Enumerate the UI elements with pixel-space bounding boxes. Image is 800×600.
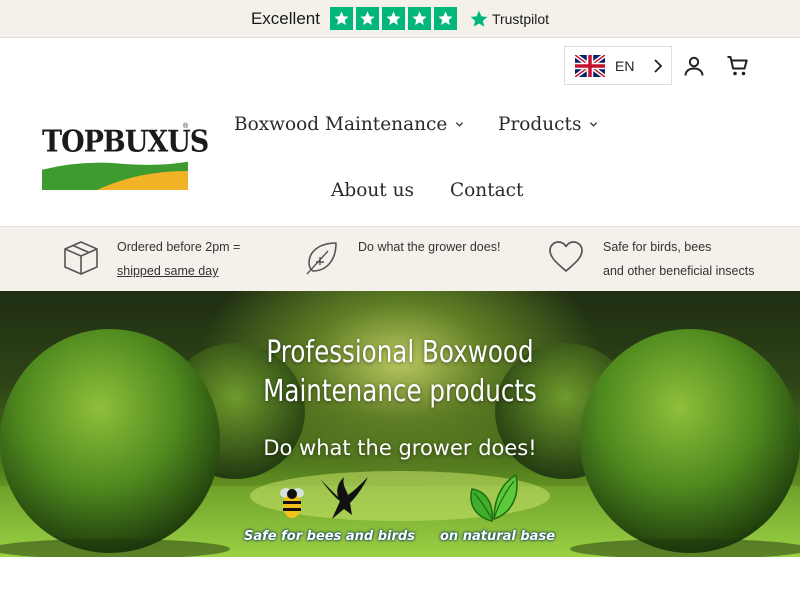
hero-banner[interactable]: Professional Boxwood Maintenance product… xyxy=(0,291,800,557)
cart-icon[interactable] xyxy=(726,54,750,78)
topbuxus-logo[interactable]: TOPBUXUS ® xyxy=(42,123,209,191)
hero-title: Professional Boxwood Maintenance product… xyxy=(72,333,728,411)
nav-about-us[interactable]: About us xyxy=(331,180,414,201)
trustpilot-bar[interactable]: Excellent Trustpilot xyxy=(0,0,800,38)
chevron-down-icon xyxy=(590,122,598,127)
star-icon xyxy=(329,7,353,30)
trustpilot-rating-word: Excellent xyxy=(250,8,320,28)
account-icon[interactable] xyxy=(682,54,706,78)
hero-subtitle: Do what the grower does! xyxy=(263,436,537,460)
nav-contact[interactable]: Contact xyxy=(450,180,523,201)
usp-grower: Do what the grower does! xyxy=(304,227,500,292)
natural-leaf-icon xyxy=(470,473,518,522)
chevron-right-icon xyxy=(654,58,663,73)
nav-products-label: Products xyxy=(498,114,582,135)
leaf-icon xyxy=(306,242,337,275)
logo-registered-mark: ® xyxy=(183,123,189,130)
star-icon xyxy=(355,7,379,30)
usp-shipping-line1: Ordered before 2pm = xyxy=(117,240,241,254)
uk-flag-icon xyxy=(575,54,605,77)
hero-title-line2: Maintenance products xyxy=(263,374,537,409)
nav-contact-label: Contact xyxy=(450,180,524,201)
logo-field-graphic xyxy=(42,160,188,190)
language-selector[interactable]: EN xyxy=(564,46,672,85)
usp-safe-line1: Safe for birds, bees xyxy=(603,240,712,254)
badge-safe-bees-birds: Safe for bees and birds xyxy=(244,529,415,544)
trustpilot-brand: Trustpilot xyxy=(469,9,549,29)
nav-products[interactable]: Products xyxy=(498,114,598,135)
usp-shipping: Ordered before 2pm = shipped same day xyxy=(62,227,240,292)
bee-icon xyxy=(280,488,304,518)
hero-garden-image xyxy=(0,329,800,557)
star-icon xyxy=(407,7,431,30)
usp-shipping-link[interactable]: shipped same day xyxy=(117,259,240,283)
logo-text: TOPBUXUS xyxy=(42,125,209,160)
trustpilot-stars xyxy=(329,7,457,30)
chevron-down-icon xyxy=(456,122,464,127)
badge-natural-base: on natural base xyxy=(440,529,556,544)
bird-icon xyxy=(320,477,368,519)
heart-icon xyxy=(549,241,583,272)
trustpilot-brand-label: Trustpilot xyxy=(491,10,550,27)
hero-title-line1: Professional Boxwood xyxy=(266,335,534,370)
usp-grower-line1: Do what the grower does! xyxy=(358,240,501,254)
star-icon xyxy=(433,7,457,30)
nav-about-us-label: About us xyxy=(331,180,414,201)
usp-safe-line2: and other beneficial insects xyxy=(603,264,755,278)
trustpilot-star-icon xyxy=(470,10,488,27)
nav-boxwood-maintenance[interactable]: Boxwood Maintenance xyxy=(234,114,464,135)
star-icon xyxy=(381,7,405,30)
language-code: EN xyxy=(615,57,635,74)
usp-safe: Safe for birds, bees and other beneficia… xyxy=(548,227,754,292)
nav-boxwood-maintenance-label: Boxwood Maintenance xyxy=(234,114,448,135)
usp-bar: Ordered before 2pm = shipped same day Do… xyxy=(0,226,800,291)
box-icon xyxy=(64,241,98,275)
